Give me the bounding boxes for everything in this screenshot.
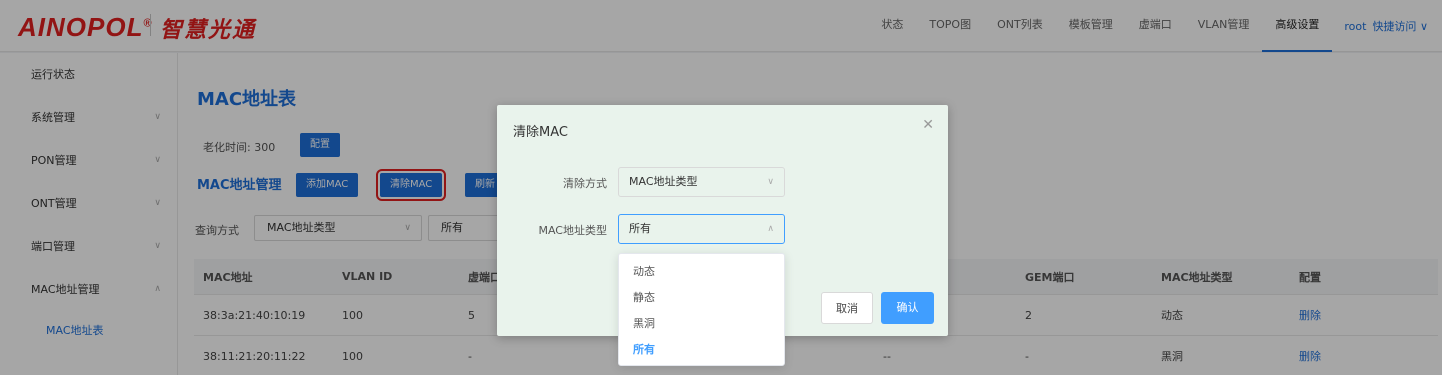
cancel-button[interactable]: 取消 — [821, 292, 873, 324]
mac-type-select[interactable]: 所有 ∧ — [618, 214, 785, 244]
mac-type-label: MAC地址类型 — [538, 224, 607, 237]
dialog-title: 清除MAC — [513, 125, 568, 140]
dropdown-option-dynamic[interactable]: 动态 — [619, 259, 784, 285]
close-icon[interactable]: ✕ — [922, 117, 934, 133]
dropdown-option-blackhole[interactable]: 黑洞 — [619, 311, 784, 337]
mac-type-dropdown: 动态 静态 黑洞 所有 — [618, 253, 785, 366]
clear-method-select[interactable]: MAC地址类型 ∨ — [618, 167, 785, 197]
confirm-button[interactable]: 确认 — [881, 292, 934, 324]
chevron-down-icon: ∨ — [767, 177, 774, 187]
dropdown-option-static[interactable]: 静态 — [619, 285, 784, 311]
dropdown-option-all[interactable]: 所有 — [619, 337, 784, 363]
clear-method-label: 清除方式 — [563, 177, 607, 190]
chevron-up-icon: ∧ — [767, 224, 774, 234]
